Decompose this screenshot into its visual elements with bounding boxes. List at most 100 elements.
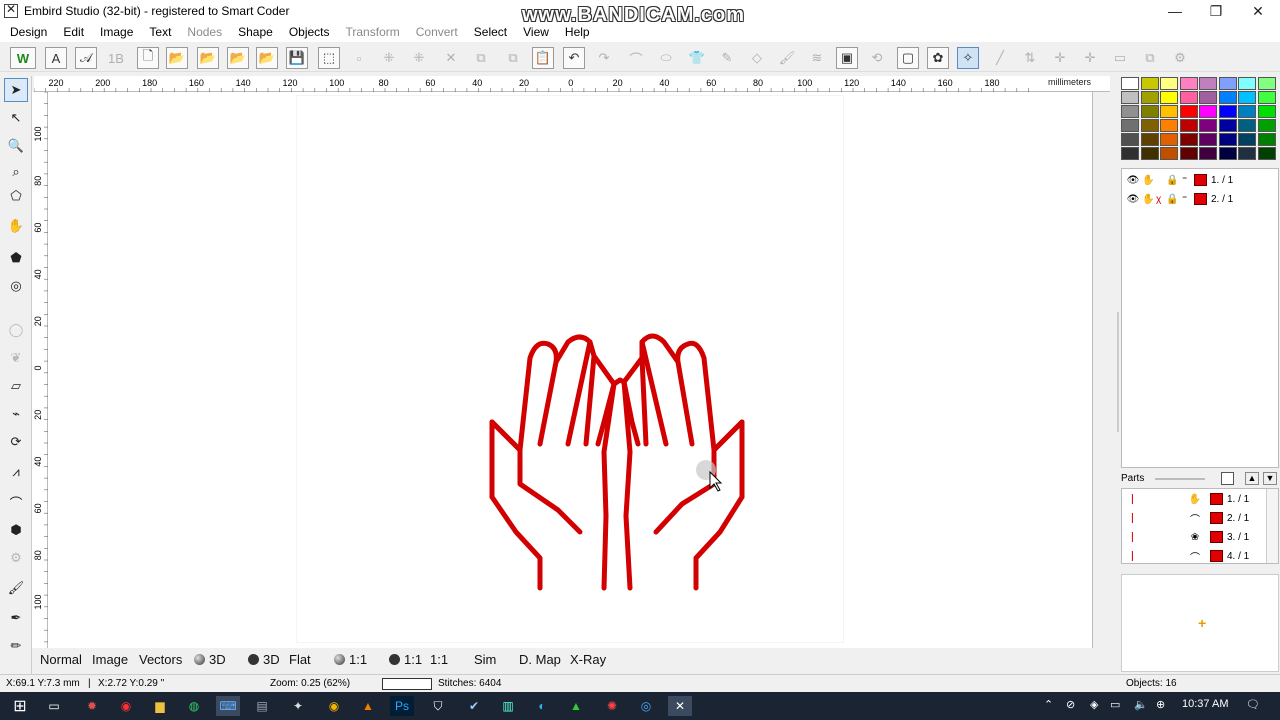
color-swatch[interactable]: [1179, 119, 1198, 132]
fill-icon[interactable]: ◇: [746, 47, 768, 69]
thread-color-chip[interactable]: [1194, 193, 1207, 205]
frame-icon[interactable]: ▫: [348, 47, 370, 69]
part-row[interactable]: ⎸ ✋ 1. / 1: [1122, 490, 1278, 508]
menu-edit[interactable]: Edit: [55, 25, 92, 39]
color-swatch[interactable]: [1257, 91, 1276, 104]
open-image-icon[interactable]: 📂: [197, 47, 219, 69]
color-swatch[interactable]: [1199, 91, 1217, 104]
view-mode-1-1-6[interactable]: 1:1: [334, 652, 367, 667]
color-swatch[interactable]: [1121, 147, 1139, 160]
bezier-icon[interactable]: ⌒: [4, 490, 28, 514]
color-swatch[interactable]: [1199, 119, 1217, 132]
tray-app-icon[interactable]: ◈: [1090, 698, 1098, 711]
eraser-icon[interactable]: ▱: [4, 374, 28, 398]
menu-text[interactable]: Text: [141, 25, 179, 39]
part-color-chip[interactable]: [1210, 493, 1223, 505]
view-mode-3d-4[interactable]: 3D: [248, 652, 280, 667]
color-swatch[interactable]: [1140, 105, 1159, 118]
chrome-icon[interactable]: ◉: [322, 696, 346, 716]
part-color-chip[interactable]: [1210, 550, 1223, 562]
color-swatch[interactable]: [1140, 77, 1159, 90]
edge-icon[interactable]: ◐: [530, 696, 554, 716]
color-swatch[interactable]: [1140, 133, 1159, 146]
lettering-icon[interactable]: 1B: [105, 47, 127, 69]
color-swatch[interactable]: [1257, 133, 1276, 146]
circle-icon[interactable]: ◯: [4, 318, 28, 342]
vertical-scrollbar[interactable]: [1092, 92, 1119, 648]
battery-icon[interactable]: ▭: [1110, 698, 1120, 711]
new-file-icon[interactable]: 🗋: [137, 47, 159, 69]
keyboard-app-icon[interactable]: ⌨: [216, 696, 240, 716]
tray-chevron-icon[interactable]: ⌃: [1044, 698, 1053, 711]
merge-icon[interactable]: 📂: [256, 47, 278, 69]
color-swatch[interactable]: [1179, 147, 1198, 160]
view-mode-1-1-7[interactable]: 1:1: [389, 652, 422, 667]
color-swatch[interactable]: [1238, 133, 1256, 146]
select-arrow-icon[interactable]: ➤: [4, 78, 28, 102]
vlc-icon[interactable]: ▲: [356, 696, 380, 716]
view-mode-1-1-8[interactable]: 1:1: [430, 652, 448, 667]
scrollbar-thumb[interactable]: [1117, 312, 1119, 432]
embroidery-design[interactable]: [48, 92, 1092, 648]
center-icon[interactable]: ✛: [1079, 47, 1101, 69]
zigzag-icon[interactable]: ⩘: [4, 460, 28, 484]
color-swatch[interactable]: [1199, 77, 1217, 90]
parts-slider[interactable]: [1155, 478, 1205, 480]
delete-icon[interactable]: ✕: [440, 47, 462, 69]
menu-shape[interactable]: Shape: [230, 25, 281, 39]
color-swatch[interactable]: [1179, 91, 1198, 104]
color-swatch[interactable]: [1160, 105, 1178, 118]
eye-icon[interactable]: 👁: [1126, 175, 1140, 186]
bird-app-icon[interactable]: ✔: [462, 696, 486, 716]
parts-down-button[interactable]: ▼: [1263, 472, 1277, 485]
color-swatch[interactable]: [1257, 119, 1276, 132]
part-color-chip[interactable]: [1210, 531, 1223, 543]
color-swatch[interactable]: [1178, 104, 1199, 119]
menu-objects[interactable]: Objects: [281, 25, 338, 39]
fill-shape-icon[interactable]: ⬟: [4, 246, 28, 270]
view-mode-normal-0[interactable]: Normal: [40, 652, 82, 667]
view-mode-vectors-2[interactable]: Vectors: [139, 652, 182, 667]
text-tool-icon[interactable]: A: [45, 47, 67, 69]
paint-icon[interactable]: 🖌: [776, 47, 798, 69]
fabric-icon[interactable]: ✧: [957, 47, 979, 69]
brush-icon[interactable]: 🖌: [4, 576, 28, 600]
color-swatch[interactable]: [1179, 133, 1198, 146]
view-mode-3d-3[interactable]: 3D: [194, 652, 226, 667]
right-hand-wrist[interactable]: [693, 494, 745, 591]
preview-panel[interactable]: +: [1121, 574, 1279, 672]
globe-icon[interactable]: ⊕: [1156, 698, 1165, 711]
lock-icon[interactable]: 🔒: [1166, 194, 1178, 205]
triangle-app-icon[interactable]: ▲: [564, 696, 588, 716]
reshape-icon[interactable]: ⬠: [4, 184, 28, 208]
color-swatch[interactable]: [1160, 91, 1178, 104]
volume-icon[interactable]: 🔈: [1134, 698, 1148, 711]
menu-image[interactable]: Image: [92, 25, 141, 39]
curve-icon[interactable]: ⌒: [625, 47, 647, 69]
measure-icon[interactable]: ⌕: [4, 160, 28, 184]
zoom-icon[interactable]: 🔍: [4, 134, 28, 158]
windows-start-icon[interactable]: ⊞: [8, 696, 32, 716]
hoop-icon[interactable]: ▭: [1109, 47, 1131, 69]
view-mode-flat-5[interactable]: Flat: [289, 652, 311, 667]
bandicam-icon[interactable]: ◉: [114, 696, 138, 716]
color-swatch[interactable]: [1218, 119, 1237, 132]
color-swatch[interactable]: [1121, 119, 1139, 132]
center-seam[interactable]: [611, 377, 627, 387]
color-swatch[interactable]: [1199, 147, 1217, 160]
left-hand-thumb[interactable]: [489, 340, 559, 453]
file-explorer-icon[interactable]: ▆: [148, 696, 172, 716]
screen-app-icon[interactable]: ▤: [250, 696, 274, 716]
notifications-icon[interactable]: 🗨: [1246, 698, 1260, 711]
color-swatch[interactable]: [1121, 133, 1139, 146]
color-swatch[interactable]: [1121, 77, 1139, 90]
color-swatch[interactable]: [1257, 77, 1276, 90]
pencil-icon[interactable]: ✏: [4, 634, 28, 658]
node-edit-icon[interactable]: ↖: [4, 106, 28, 130]
menu-help[interactable]: Help: [557, 25, 598, 39]
nodes-edit-icon[interactable]: ⁜: [408, 47, 430, 69]
sort-icon[interactable]: ⇅: [1019, 47, 1041, 69]
photoshop-icon[interactable]: Ps: [390, 696, 414, 716]
spiral-icon[interactable]: ◎: [4, 274, 28, 298]
align-icon[interactable]: ✛: [1049, 47, 1071, 69]
